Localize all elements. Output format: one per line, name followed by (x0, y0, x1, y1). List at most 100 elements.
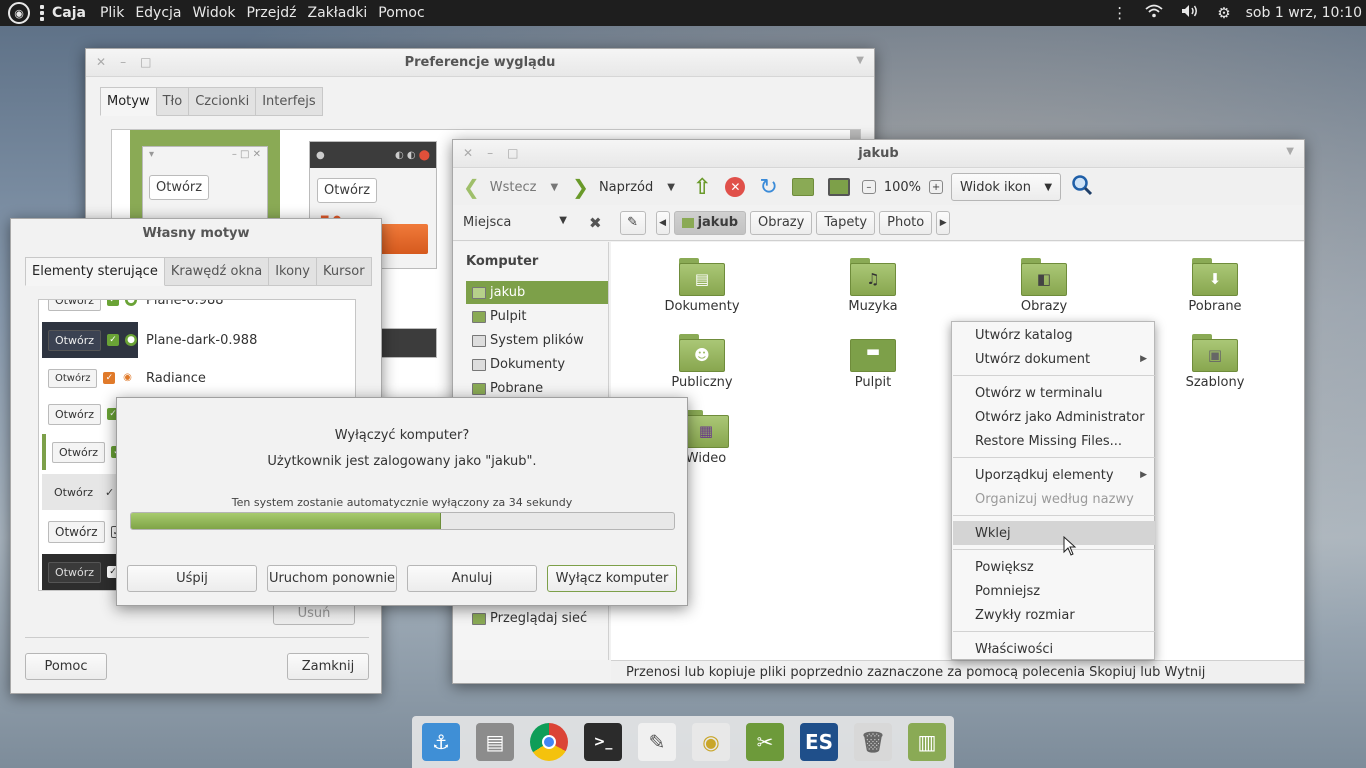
file-manager-icon[interactable]: ▤ (476, 723, 514, 761)
settings-gear-icon[interactable]: ⚙ (1217, 4, 1230, 22)
shutdown-button[interactable]: Wyłącz komputer (547, 565, 677, 592)
anchor-icon[interactable]: ⚓ (422, 723, 460, 761)
chevron-down-icon[interactable]: ▼ (667, 182, 675, 193)
menu-item-normal-size[interactable]: Zwykły rozmiar (953, 603, 1155, 627)
view-mode-select[interactable]: Widok ikon ▼ (951, 173, 1062, 201)
caja-titlebar[interactable]: ✕ – □ jakub ▼ (453, 140, 1304, 168)
trash-icon[interactable]: 🗑 (854, 723, 892, 761)
prefs-titlebar[interactable]: ✕ – □ Preferencje wyglądu ▼ (86, 49, 874, 77)
edit-location-button[interactable]: ✎ (619, 210, 646, 235)
es-icon[interactable]: ES (800, 723, 838, 761)
chrome-icon[interactable] (530, 723, 568, 761)
list-item[interactable]: Otwórz ✓ ● Plane-dark-0.988 (42, 322, 348, 358)
search-icon[interactable] (1071, 174, 1093, 200)
tab-elementy[interactable]: Elementy sterujące (25, 257, 165, 286)
menu-item-zoom-out[interactable]: Pomniejsz (953, 579, 1155, 603)
volume-icon[interactable] (1181, 4, 1199, 22)
motyw-titlebar[interactable]: Własny motyw (11, 219, 381, 247)
documents-icon (472, 358, 486, 371)
distro-logo-icon[interactable]: ◉ (8, 2, 30, 24)
tab-tlo[interactable]: Tło (156, 87, 190, 116)
terminal-icon[interactable]: >_ (584, 723, 622, 761)
sidebar-item-jakub[interactable]: jakub (466, 281, 608, 304)
file-item-pobrane[interactable]: ⬇ Pobrane (1150, 258, 1280, 314)
breadcrumb-tapety[interactable]: Tapety (816, 210, 876, 235)
menu-item-restore-missing[interactable]: Restore Missing Files... (953, 429, 1155, 453)
sidebar-item-pulpit[interactable]: Pulpit (466, 305, 608, 328)
system-tools-icon[interactable]: ✂ (746, 723, 784, 761)
menu-item-paste[interactable]: Wklej (953, 521, 1155, 545)
file-item-pulpit[interactable]: ▬ Pulpit (808, 334, 938, 390)
menu-item-create-document[interactable]: Utwórz dokument ▶ (953, 347, 1155, 371)
breadcrumb-left-arrow[interactable]: ◀ (655, 210, 670, 235)
tab-kursor[interactable]: Kursor (317, 257, 372, 286)
sidebar-item-dokumenty[interactable]: Dokumenty (466, 353, 608, 376)
zoom-in-icon[interactable]: + (929, 180, 944, 194)
menu-item-open-as-admin[interactable]: Otwórz jako Administrator (953, 405, 1155, 429)
breadcrumb-right-arrow[interactable]: ▶ (936, 210, 951, 235)
menu-item-open-terminal[interactable]: Otwórz w terminalu (953, 381, 1155, 405)
archive-icon[interactable]: ▥ (908, 723, 946, 761)
list-item[interactable]: Otwórz ✓ ● Plane-0.988 (42, 300, 348, 318)
tab-krawedz[interactable]: Krawędź okna (164, 257, 270, 286)
list-item[interactable]: Otwórz ✓ ◉ Radiance (42, 360, 348, 396)
computer-icon[interactable] (827, 178, 850, 196)
global-menu: Plik Edycja Widok Przejdź Zakładki Pomoc (100, 5, 436, 21)
file-item-muzyka[interactable]: ♫ Muzyka (808, 258, 938, 314)
menu-przejdz[interactable]: Przejdź (246, 5, 296, 21)
forward-button[interactable]: ❯ Naprzód ▼ (572, 175, 675, 199)
breadcrumb-obrazy[interactable]: Obrazy (750, 210, 813, 235)
chevron-down-icon[interactable]: ▼ (856, 55, 864, 66)
chevron-down-icon[interactable]: ▼ (550, 182, 558, 193)
close-icon[interactable]: ✕ (463, 146, 473, 160)
file-item-obrazy[interactable]: ◧ Obrazy (979, 258, 1109, 314)
menu-dots-icon[interactable] (40, 5, 44, 21)
menu-edycja[interactable]: Edycja (135, 5, 181, 21)
menu-plik[interactable]: Plik (100, 5, 124, 21)
help-button[interactable]: Pomoc (25, 653, 107, 680)
menu-widok[interactable]: Widok (193, 5, 236, 21)
menu-item-properties[interactable]: Właściwości (953, 637, 1155, 661)
maximize-icon[interactable]: □ (507, 146, 518, 160)
sidebar-item-network[interactable]: Przeglądaj sieć (466, 607, 608, 630)
close-sidebar-icon[interactable]: ✖ (589, 214, 602, 232)
up-arrow-icon[interactable]: ⇧ (693, 175, 711, 200)
breadcrumb-photo[interactable]: Photo (879, 210, 933, 235)
close-icon[interactable]: ✕ (96, 55, 106, 69)
menu-zakladki[interactable]: Zakładki (308, 5, 368, 21)
back-button[interactable]: ❮ Wstecz ▼ (463, 175, 558, 199)
tab-ikony[interactable]: Ikony (269, 257, 317, 286)
file-item-publiczny[interactable]: ☻ Publiczny (637, 334, 767, 390)
theme-preview-selected[interactable]: ▾ – □ ✕ Otwórz (130, 130, 280, 236)
home-folder-icon[interactable] (791, 178, 814, 196)
close-button[interactable]: Zamknij (287, 653, 369, 680)
places-label: Miejsca (463, 215, 512, 230)
restart-button[interactable]: Uruchom ponownie (267, 565, 397, 592)
chevron-down-icon[interactable]: ▼ (1286, 146, 1294, 157)
file-item-szablony[interactable]: ▣ Szablony (1150, 334, 1280, 390)
text-editor-icon[interactable]: ✎ (638, 723, 676, 761)
breadcrumb-jakub[interactable]: jakub (673, 210, 747, 235)
menu-pomoc[interactable]: Pomoc (378, 5, 424, 21)
stop-icon[interactable]: ✕ (725, 177, 746, 197)
menu-item-create-folder[interactable]: Utwórz katalog (953, 323, 1155, 347)
menu-item-arrange-items[interactable]: Uporządkuj elementy ▶ (953, 463, 1155, 487)
maximize-icon[interactable]: □ (140, 55, 151, 69)
audio-player-icon[interactable]: ◉ (692, 723, 730, 761)
clock[interactable]: sob 1 wrz, 10:10 (1246, 5, 1362, 21)
wifi-icon[interactable] (1145, 4, 1163, 22)
file-item-dokumenty[interactable]: ▤ Dokumenty (637, 258, 767, 314)
suspend-button[interactable]: Uśpij (127, 565, 257, 592)
tab-czcionki[interactable]: Czcionki (189, 87, 257, 116)
tab-motyw[interactable]: Motyw (100, 87, 157, 116)
zoom-out-icon[interactable]: – (861, 180, 876, 194)
minimize-icon[interactable]: – (120, 55, 126, 69)
menu-item-zoom-in[interactable]: Powiększ (953, 555, 1155, 579)
tray-dots-icon[interactable]: ⋮ (1112, 4, 1127, 22)
places-selector[interactable]: Miejsca ▼ (463, 215, 567, 230)
reload-icon[interactable]: ↻ (759, 175, 777, 200)
minimize-icon[interactable]: – (487, 146, 493, 160)
tab-interfejs[interactable]: Interfejs (256, 87, 323, 116)
cancel-button[interactable]: Anuluj (407, 565, 537, 592)
sidebar-item-system[interactable]: System plików (466, 329, 608, 352)
